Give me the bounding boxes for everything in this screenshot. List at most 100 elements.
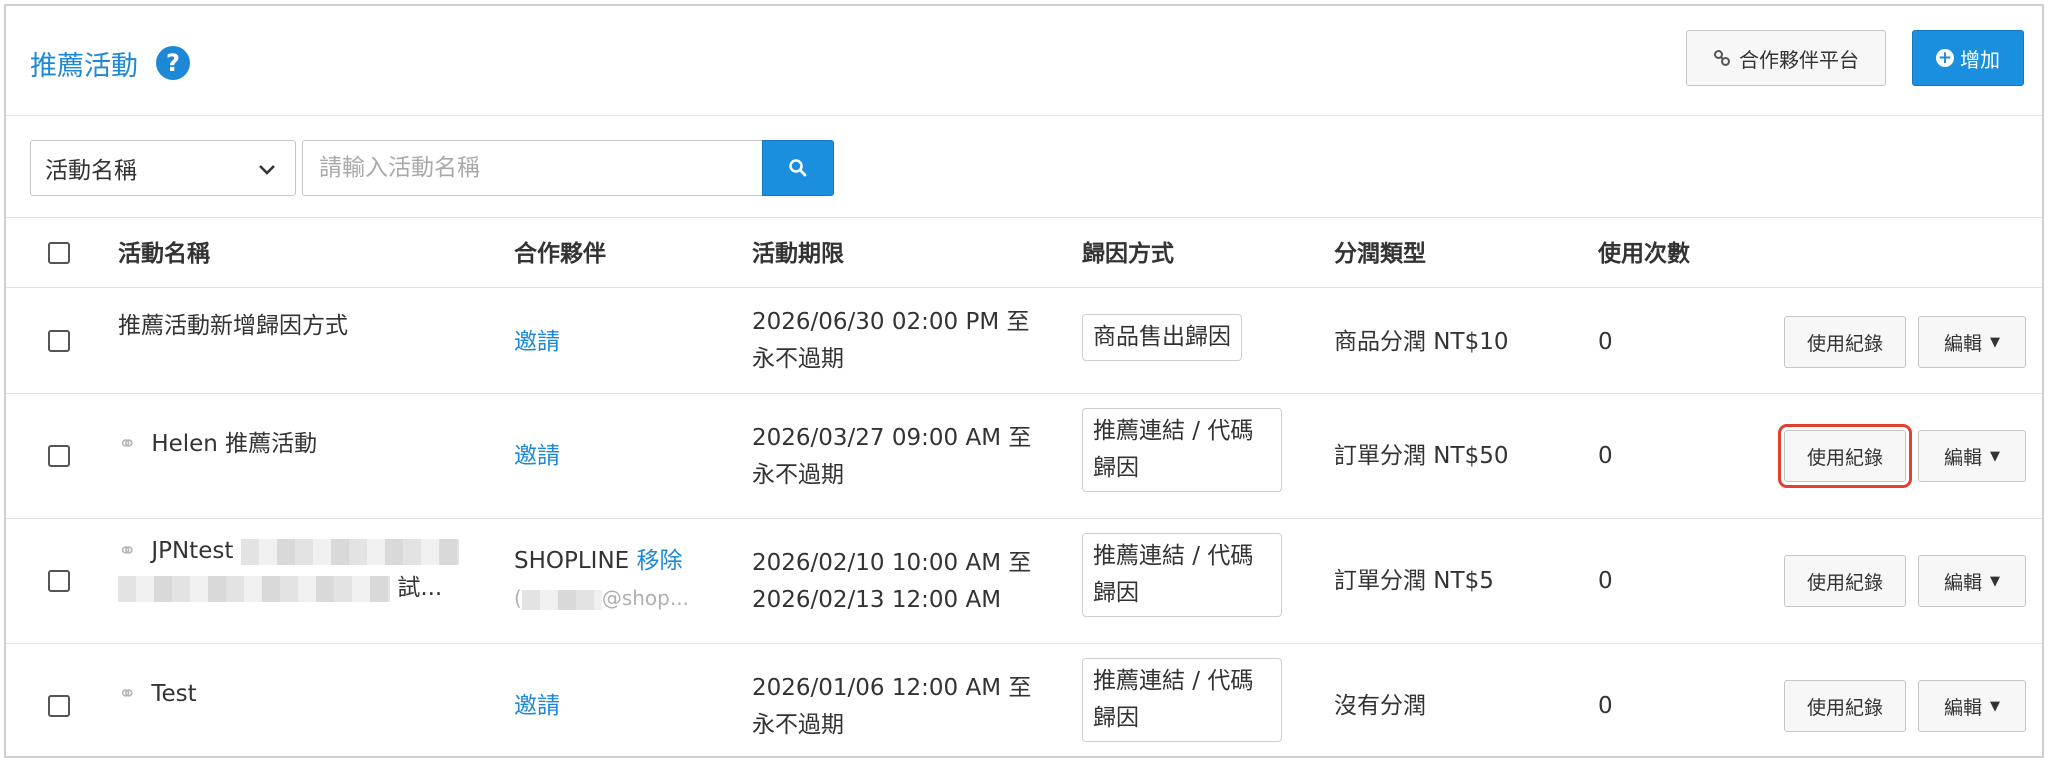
redacted-text bbox=[521, 589, 602, 610]
attribution-badge: 商品售出歸因 bbox=[1082, 314, 1242, 361]
caret-down-icon: ▼ bbox=[1990, 573, 2000, 589]
search-button[interactable] bbox=[762, 140, 834, 196]
link-icon: ⚭ bbox=[118, 539, 137, 564]
caret-down-icon: ▼ bbox=[1990, 698, 2000, 714]
row-checkbox[interactable] bbox=[48, 330, 70, 352]
usage-log-button[interactable]: 使用紀錄 bbox=[1778, 424, 1912, 488]
attribution-line: 推薦連結 / 代碼 bbox=[1093, 668, 1254, 694]
usage-count: 0 bbox=[1598, 443, 1613, 469]
attribution-badge: 推薦連結 / 代碼 歸因 bbox=[1082, 658, 1282, 742]
plus-circle-icon: + bbox=[1936, 48, 1954, 68]
period-end: 永不過期 bbox=[752, 346, 844, 372]
table-row: ⚭ Test 邀請 2026/01/06 12:00 AM 至 永不過期 推薦連… bbox=[6, 644, 2042, 762]
column-header-usage-count: 使用次數 bbox=[1598, 241, 1690, 267]
commission-type: 訂單分潤 NT$5 bbox=[1334, 568, 1494, 594]
period-end: 永不過期 bbox=[752, 712, 844, 738]
edit-button-label: 編輯 bbox=[1943, 571, 1982, 594]
page-header: 推薦活動 ? 合作夥伴平台 + 增加 bbox=[6, 6, 2042, 116]
partner-email-suffix: @shop... bbox=[601, 586, 689, 610]
campaign-name-cell: ⚭ Test bbox=[118, 676, 197, 713]
campaign-name-suffix: 試... bbox=[397, 575, 443, 601]
period-end: 2026/02/13 12:00 AM bbox=[752, 587, 1002, 613]
column-header-period: 活動期限 bbox=[752, 241, 844, 267]
period-start: 2026/03/27 09:00 AM 至 bbox=[752, 425, 1032, 451]
partner-name: SHOPLINE bbox=[514, 548, 630, 574]
add-button-label: 增加 bbox=[1960, 47, 2000, 72]
column-header-partner: 合作夥伴 bbox=[514, 241, 606, 267]
table-row: ⚭ JPNtest 試... SHOPLINE 移除 ( @shop... 202… bbox=[6, 519, 2042, 644]
campaign-name-cell: ⚭ Helen 推薦活動 bbox=[118, 426, 317, 463]
redacted-text bbox=[118, 575, 390, 602]
edit-dropdown-button[interactable]: 編輯 ▼ bbox=[1918, 316, 2026, 368]
edit-dropdown-button[interactable]: 編輯 ▼ bbox=[1918, 555, 2026, 607]
table-header: 活動名稱 合作夥伴 活動期限 歸因方式 分潤類型 使用次數 bbox=[6, 218, 2042, 288]
caret-down-icon: ▼ bbox=[1990, 334, 2000, 350]
page-title: 推薦活動 bbox=[30, 51, 138, 82]
campaign-name: Helen 推薦活動 bbox=[151, 431, 318, 457]
period-start: 2026/02/10 10:00 AM 至 bbox=[752, 550, 1032, 576]
search-field-select-value: 活動名稱 bbox=[45, 158, 137, 184]
add-button[interactable]: + 增加 bbox=[1912, 30, 2024, 86]
search-field-select[interactable]: 活動名稱 bbox=[30, 140, 296, 196]
period-start: 2026/01/06 12:00 AM 至 bbox=[752, 675, 1032, 701]
caret-down-icon: ▼ bbox=[1990, 448, 2000, 464]
usage-count: 0 bbox=[1598, 568, 1613, 594]
attribution-line: 歸因 bbox=[1093, 705, 1139, 731]
edit-dropdown-button[interactable]: 編輯 ▼ bbox=[1918, 680, 2026, 732]
search-input[interactable] bbox=[302, 140, 764, 196]
campaign-period: 2026/02/10 10:00 AM 至 2026/02/13 12:00 A… bbox=[752, 545, 1031, 619]
table-row: ⚭ Helen 推薦活動 邀請 2026/03/27 09:00 AM 至 永不… bbox=[6, 394, 2042, 519]
edit-button-label: 編輯 bbox=[1943, 696, 1982, 719]
help-icon[interactable]: ? bbox=[156, 46, 190, 80]
usage-log-button[interactable]: 使用紀錄 bbox=[1784, 555, 1906, 607]
attribution-badge: 推薦連結 / 代碼 歸因 bbox=[1082, 408, 1282, 492]
edit-button-label: 編輯 bbox=[1943, 332, 1982, 355]
table-row: 推薦活動新增歸因方式 邀請 2026/06/30 02:00 PM 至 永不過期… bbox=[6, 288, 2042, 394]
campaign-period: 2026/03/27 09:00 AM 至 永不過期 bbox=[752, 420, 1031, 494]
link-icon: ⚭ bbox=[118, 682, 137, 707]
column-header-name: 活動名稱 bbox=[118, 241, 210, 267]
commission-type: 沒有分潤 bbox=[1334, 693, 1426, 719]
link-icon: ⚭ bbox=[118, 432, 137, 457]
row-checkbox[interactable] bbox=[48, 695, 70, 717]
campaign-name: 推薦活動新增歸因方式 bbox=[118, 313, 348, 339]
commission-type: 商品分潤 NT$10 bbox=[1334, 329, 1509, 355]
column-header-commission: 分潤類型 bbox=[1334, 241, 1426, 267]
partner-platform-label: 合作夥伴平台 bbox=[1739, 47, 1859, 72]
usage-count: 0 bbox=[1598, 693, 1613, 719]
usage-count: 0 bbox=[1598, 329, 1613, 355]
partner-email-prefix: ( bbox=[514, 586, 522, 610]
edit-dropdown-button[interactable]: 編輯 ▼ bbox=[1918, 430, 2026, 482]
campaign-panel: 推薦活動 ? 合作夥伴平台 + 增加 活動名稱 請輸入活動名稱 活動名稱 合作夥… bbox=[4, 4, 2044, 758]
campaign-name-prefix: JPNtest bbox=[151, 538, 234, 564]
row-checkbox[interactable] bbox=[48, 570, 70, 592]
campaign-period: 2026/06/30 02:00 PM 至 永不過期 bbox=[752, 304, 1030, 378]
search-icon bbox=[789, 159, 807, 177]
partner-invite-link[interactable]: 邀請 bbox=[514, 324, 560, 361]
column-header-attribution: 歸因方式 bbox=[1082, 241, 1174, 267]
attribution-line: 推薦連結 / 代碼 bbox=[1093, 543, 1254, 569]
select-all-checkbox[interactable] bbox=[48, 242, 70, 264]
campaign-period: 2026/01/06 12:00 AM 至 永不過期 bbox=[752, 670, 1031, 744]
redacted-text bbox=[240, 538, 459, 565]
attribution-line: 歸因 bbox=[1093, 455, 1139, 481]
chevron-down-icon bbox=[259, 165, 275, 175]
period-start: 2026/06/30 02:00 PM 至 bbox=[752, 309, 1030, 335]
row-checkbox[interactable] bbox=[48, 445, 70, 467]
usage-log-button[interactable]: 使用紀錄 bbox=[1784, 680, 1906, 732]
attribution-line: 推薦連結 / 代碼 bbox=[1093, 418, 1254, 444]
usage-log-button[interactable]: 使用紀錄 bbox=[1784, 316, 1906, 368]
attribution-line: 歸因 bbox=[1093, 580, 1139, 606]
commission-type: 訂單分潤 NT$50 bbox=[1334, 443, 1509, 469]
campaign-name: Test bbox=[151, 681, 197, 707]
period-end: 永不過期 bbox=[752, 462, 844, 488]
edit-button-label: 編輯 bbox=[1943, 446, 1982, 469]
campaign-table: 活動名稱 合作夥伴 活動期限 歸因方式 分潤類型 使用次數 推薦活動新增歸因方式… bbox=[6, 218, 2042, 762]
partner-invite-link[interactable]: 邀請 bbox=[514, 438, 560, 475]
partner-invite-link[interactable]: 邀請 bbox=[514, 688, 560, 725]
filter-bar: 活動名稱 bbox=[6, 116, 2042, 218]
attribution-badge: 推薦連結 / 代碼 歸因 bbox=[1082, 533, 1282, 617]
partner-remove-link[interactable]: 移除 bbox=[637, 548, 683, 574]
link-icon bbox=[1714, 50, 1730, 66]
partner-platform-button[interactable]: 合作夥伴平台 bbox=[1686, 30, 1886, 86]
